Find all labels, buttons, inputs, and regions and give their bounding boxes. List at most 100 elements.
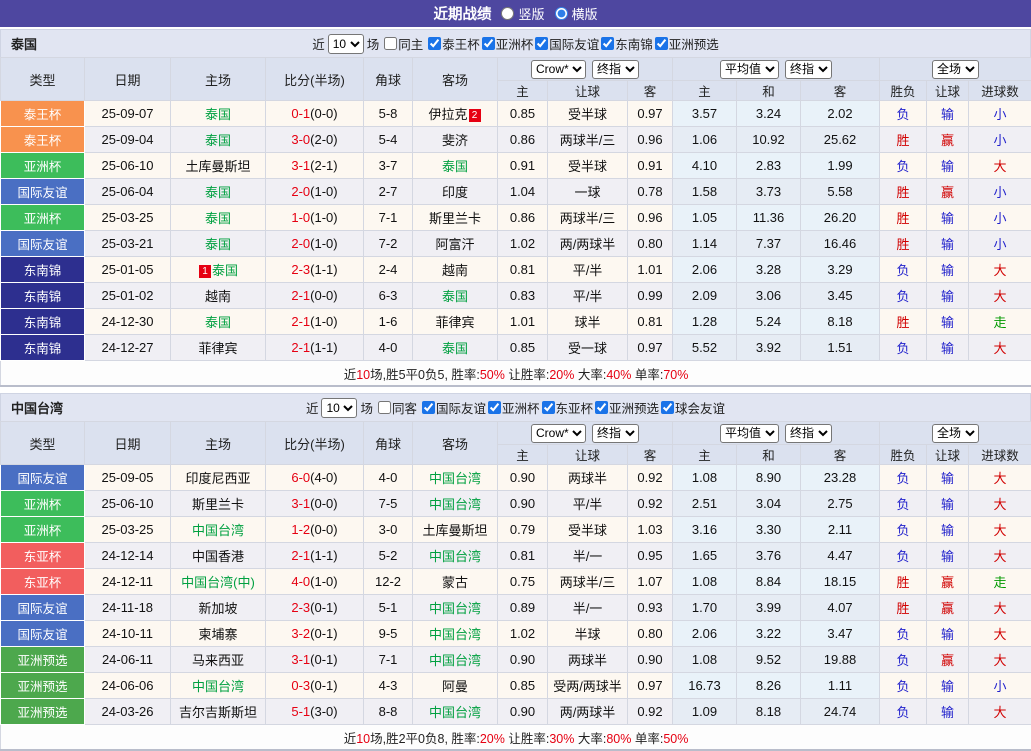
col-header-winlose: 胜负 xyxy=(880,445,927,465)
home-team: 印度尼西亚 xyxy=(171,465,266,491)
team-section: 中国台湾 近 10 场 同客 国际友谊亚洲杯东亚杯亚洲预选球会友谊 xyxy=(0,393,1031,751)
avg-home: 1.28 xyxy=(673,309,737,335)
competition-filter[interactable]: 东亚杯 xyxy=(540,398,594,417)
competition-checkbox[interactable] xyxy=(601,37,614,50)
same-venue-checkbox[interactable] xyxy=(384,37,397,50)
page-title: 近期战绩 xyxy=(433,3,491,24)
competition-filter[interactable]: 国际友谊 xyxy=(420,398,486,417)
odds-company-select[interactable]: Crow* xyxy=(531,424,586,443)
avg-draw: 11.36 xyxy=(737,205,801,231)
layout-radio-horizontal[interactable]: 横版 xyxy=(555,4,598,23)
avg-stage-select[interactable]: 终指 xyxy=(785,424,832,443)
type-badge: 亚洲预选 xyxy=(1,699,85,725)
avg-select[interactable]: 平均值 xyxy=(720,424,779,443)
avg-draw: 3.92 xyxy=(737,335,801,361)
competition-checkbox[interactable] xyxy=(542,401,555,414)
avg-select[interactable]: 平均值 xyxy=(720,60,779,79)
match-row: 泰王杯25-09-07泰国0-1(0-0)5-8伊拉克20.85受半球0.973… xyxy=(1,101,1031,127)
odds-stage-select[interactable]: 终指 xyxy=(592,424,639,443)
horizontal-radio-input[interactable] xyxy=(555,7,568,20)
competition-label: 国际友谊 xyxy=(436,398,486,417)
avg-away: 1.99 xyxy=(801,153,880,179)
odds-home: 0.75 xyxy=(498,569,548,595)
odds-stage-select[interactable]: 终指 xyxy=(592,60,639,79)
summary-row: 近10场,胜2平0负8, 胜率:20% 让胜率:30% 大率:80% 单率:50… xyxy=(1,725,1031,751)
score: 0-3(0-1) xyxy=(266,673,364,699)
odds-handicap: 两球半/三 xyxy=(548,569,628,595)
match-date: 25-01-02 xyxy=(85,283,171,309)
competition-checkbox[interactable] xyxy=(655,37,668,50)
result-goals: 小 xyxy=(969,101,1031,127)
competition-checkbox[interactable] xyxy=(595,401,608,414)
odds-company-select[interactable]: Crow* xyxy=(531,60,586,79)
odds-home: 0.90 xyxy=(498,465,548,491)
odds-handicap: 受半球 xyxy=(548,153,628,179)
odds-handicap: 受两/两球半 xyxy=(548,673,628,699)
result-winlose: 胜 xyxy=(880,231,927,257)
odds-home: 0.89 xyxy=(498,595,548,621)
match-date: 25-03-25 xyxy=(85,517,171,543)
competition-filter[interactable]: 国际友谊 xyxy=(533,34,599,53)
home-team: 泰国 xyxy=(171,127,266,153)
scope-select[interactable]: 全场 xyxy=(932,60,979,79)
competition-checkbox[interactable] xyxy=(535,37,548,50)
fulltime-score: 6-0 xyxy=(291,470,310,485)
competition-filter[interactable]: 泰王杯 xyxy=(426,34,480,53)
result-handicap: 输 xyxy=(927,205,969,231)
col-header-odds-home: 主 xyxy=(498,445,548,465)
corner-count: 8-8 xyxy=(364,699,413,725)
avg-home: 5.52 xyxy=(673,335,737,361)
match-count-select[interactable]: 10 xyxy=(328,34,364,54)
odds-home: 0.90 xyxy=(498,699,548,725)
competition-checkbox[interactable] xyxy=(428,37,441,50)
summary-segment: 70% xyxy=(663,368,688,382)
score: 2-3(1-1) xyxy=(266,257,364,283)
odds-home: 0.85 xyxy=(498,101,548,127)
avg-home: 1.08 xyxy=(673,465,737,491)
same-venue-filter[interactable]: 同主 xyxy=(382,34,423,53)
avg-stage-select[interactable]: 终指 xyxy=(785,60,832,79)
odds-home: 0.86 xyxy=(498,127,548,153)
avg-home: 2.51 xyxy=(673,491,737,517)
result-handicap: 输 xyxy=(927,101,969,127)
competition-filter[interactable]: 亚洲预选 xyxy=(593,398,659,417)
odds-handicap: 受半球 xyxy=(548,517,628,543)
competition-filter[interactable]: 亚洲预选 xyxy=(653,34,719,53)
avg-away: 4.07 xyxy=(801,595,880,621)
team-label: 吉尔吉斯斯坦 xyxy=(179,705,257,720)
match-count-select[interactable]: 10 xyxy=(321,398,357,418)
odds-away: 0.97 xyxy=(628,101,673,127)
team-label: 印度 xyxy=(442,185,468,200)
type-badge: 亚洲预选 xyxy=(1,673,85,699)
avg-away: 16.46 xyxy=(801,231,880,257)
competition-filter[interactable]: 东南锦 xyxy=(599,34,653,53)
competition-filters: 国际友谊亚洲杯东亚杯亚洲预选球会友谊 xyxy=(420,398,725,417)
same-venue-checkbox[interactable] xyxy=(378,401,391,414)
fulltime-score: 1-2 xyxy=(291,522,310,537)
odds-handicap: 两/两球半 xyxy=(548,231,628,257)
layout-radio-vertical[interactable]: 竖版 xyxy=(501,4,544,23)
scope-select[interactable]: 全场 xyxy=(932,424,979,443)
home-team: 柬埔寨 xyxy=(171,621,266,647)
competition-filter[interactable]: 球会友谊 xyxy=(659,398,725,417)
same-venue-label: 同客 xyxy=(392,398,417,417)
competition-checkbox[interactable] xyxy=(661,401,674,414)
team-label: 泰国 xyxy=(442,159,468,174)
competition-checkbox[interactable] xyxy=(422,401,435,414)
match-rows: 国际友谊25-09-05印度尼西亚6-0(4-0)4-0中国台湾0.90两球半0… xyxy=(1,465,1031,725)
avg-away: 5.58 xyxy=(801,179,880,205)
competition-filter[interactable]: 亚洲杯 xyxy=(480,34,534,53)
result-goals: 大 xyxy=(969,335,1031,361)
competition-checkbox[interactable] xyxy=(482,37,495,50)
corner-count: 7-5 xyxy=(364,491,413,517)
same-venue-filter[interactable]: 同客 xyxy=(376,398,417,417)
competition-filter[interactable]: 亚洲杯 xyxy=(486,398,540,417)
vertical-radio-input[interactable] xyxy=(501,7,514,20)
summary-segment: 让胜率: xyxy=(505,368,549,382)
fulltime-score: 3-1 xyxy=(291,652,310,667)
result-handicap: 输 xyxy=(927,309,969,335)
competition-checkbox[interactable] xyxy=(488,401,501,414)
team-label: 伊拉克 xyxy=(428,107,467,122)
competition-label: 东亚杯 xyxy=(556,398,594,417)
summary-segment: 50% xyxy=(480,368,505,382)
